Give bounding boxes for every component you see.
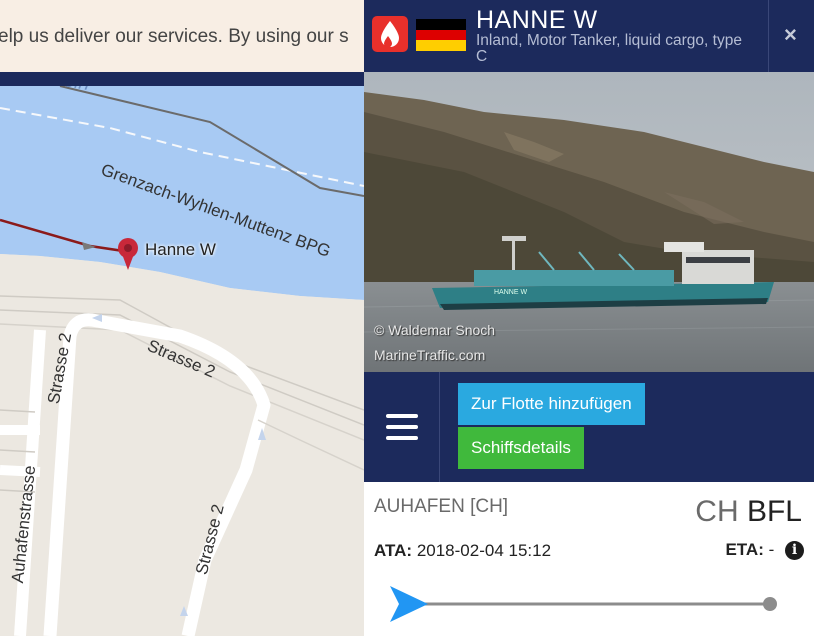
ata-label: ATA:: [374, 541, 413, 560]
ata-row: ATA: 2018-02-04 15:12: [374, 541, 551, 561]
toolbar-divider: [439, 372, 440, 482]
info-icon[interactable]: i: [785, 541, 804, 560]
header-divider: [768, 0, 769, 72]
vessel-position-icon: [390, 586, 428, 622]
liquid-cargo-icon: [372, 16, 408, 52]
vessel-header: HANNE W Inland, Motor Tanker, liquid car…: [364, 0, 814, 72]
vessel-map-label[interactable]: Hanne W: [145, 240, 216, 260]
hull-name-text: HANNE W: [494, 289, 527, 296]
hamburger-menu-icon[interactable]: [386, 414, 418, 440]
cookie-banner-text: elp us deliver our services. By using ou…: [0, 26, 349, 47]
map-view[interactable]: Grenzach-Wyhlen-Muttenz BPG Strasse 2 St…: [0, 0, 364, 636]
vessel-info-panel: HANNE W Inland, Motor Tanker, liquid car…: [364, 0, 814, 636]
departure-port[interactable]: AUHAFEN [CH]: [374, 496, 508, 518]
photo-source: MarineTraffic.com: [374, 347, 486, 363]
destination-dot-icon: [763, 597, 777, 611]
ata-value: 2018-02-04 15:12: [416, 541, 552, 560]
destination-country: CH: [695, 495, 739, 528]
destination-port[interactable]: CH BFL: [695, 495, 802, 529]
vessel-photo[interactable]: HANNE W © Waldemar Snoch MarineTraffic.c…: [364, 72, 814, 372]
add-to-fleet-button[interactable]: Zur Flotte hinzufügen: [458, 383, 645, 425]
eta-label: ETA:: [725, 540, 764, 559]
map-canvas: [0, 85, 364, 636]
vessel-name: HANNE W: [476, 6, 598, 34]
photo-credit: © Waldemar Snoch: [374, 322, 496, 338]
destination-locode: BFL: [746, 495, 802, 528]
voyage-progress: [390, 586, 777, 622]
action-toolbar: Zur Flotte hinzufügen Schiffsdetails: [364, 372, 814, 482]
eta-value: -: [768, 540, 775, 559]
close-icon[interactable]: ×: [784, 22, 797, 48]
germany-flag-icon: [416, 19, 466, 51]
vessel-details-button[interactable]: Schiffsdetails: [458, 427, 584, 469]
cookie-banner: elp us deliver our services. By using ou…: [0, 0, 364, 86]
eta-row: ETA: - i: [725, 540, 804, 560]
vessel-type: Inland, Motor Tanker, liquid cargo, type…: [476, 32, 742, 65]
